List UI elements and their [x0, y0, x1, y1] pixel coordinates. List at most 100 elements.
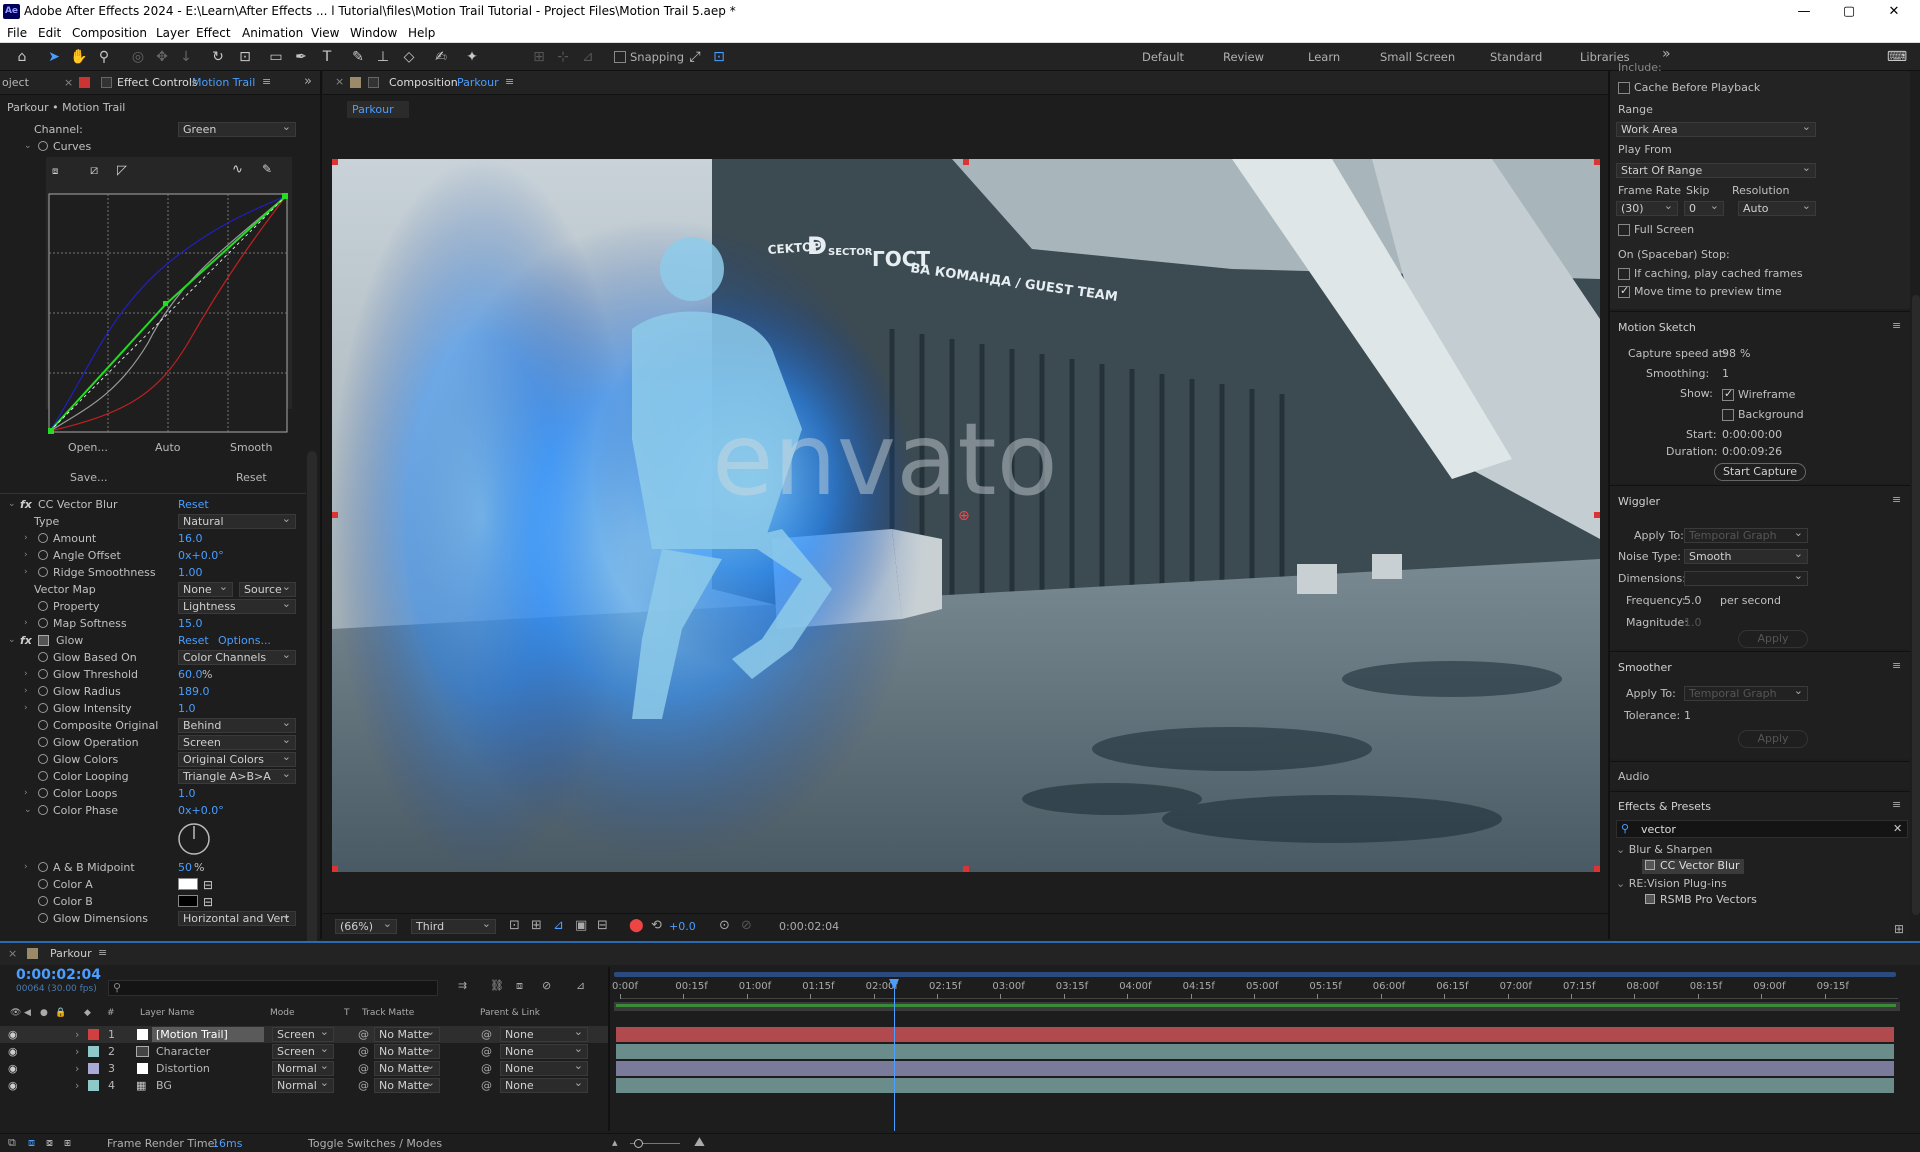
selection-tool-icon[interactable]: ➤ [43, 47, 65, 67]
show-channel-icon[interactable]: ⬤ [629, 918, 644, 933]
transparency-grid-icon[interactable]: ⊞ [531, 918, 542, 933]
work-area-bar[interactable] [614, 1002, 1900, 1011]
smoothing-value[interactable]: 1 [1722, 367, 1729, 380]
layer-name[interactable]: Character [156, 1043, 210, 1060]
transfer-controls-icon[interactable]: ⧈ [28, 1136, 35, 1150]
matte-link-icon[interactable]: @ [358, 1043, 369, 1060]
wiggler-apply-button[interactable]: Apply [1738, 630, 1808, 648]
color-a-stopwatch-icon[interactable] [38, 879, 48, 889]
rsmb-pro-vectors-item[interactable]: RSMB Pro Vectors [1642, 893, 1772, 908]
panel-menu-icon[interactable]: ≡ [98, 946, 107, 959]
layer-label-color[interactable] [88, 1063, 99, 1074]
glow-threshold-stopwatch-icon[interactable] [38, 669, 48, 679]
glow-intensity-twirl-icon[interactable]: › [24, 700, 28, 717]
color-a-swatch[interactable] [178, 878, 198, 890]
noise-type-dropdown[interactable]: Smooth [1684, 547, 1808, 564]
capture-speed-value[interactable]: 98 [1722, 347, 1736, 360]
glow-colors-stopwatch-icon[interactable] [38, 754, 48, 764]
layer-name[interactable]: [Motion Trail] [152, 1027, 264, 1042]
full-screen-checkbox[interactable] [1618, 224, 1630, 236]
close-tab-icon[interactable]: × [64, 76, 73, 89]
parent-pickwhip-icon[interactable]: @ [481, 1043, 492, 1060]
visibility-eye-icon[interactable]: ◉ [8, 1077, 18, 1094]
snapping-checkbox[interactable] [614, 51, 626, 63]
menu-edit[interactable]: Edit [38, 26, 61, 40]
comp-mini-flowchart-icon[interactable]: ⇉ [458, 979, 467, 992]
layer-bar-1[interactable] [616, 1027, 1894, 1042]
track-matte-dropdown[interactable]: No Matte [374, 1025, 440, 1042]
rotate-tool-icon[interactable]: ↻ [207, 47, 229, 67]
composition-tab[interactable]: Composition [389, 76, 458, 89]
composition-name[interactable]: Parkour [457, 76, 499, 89]
visibility-eye-icon[interactable]: ◉ [8, 1043, 18, 1060]
home-icon[interactable]: ⌂ [11, 47, 33, 67]
if-caching-checkbox[interactable] [1618, 268, 1630, 280]
curves-stopwatch-icon[interactable] [38, 141, 48, 151]
layer-twirl-icon[interactable]: › [75, 1043, 79, 1060]
panel-menu-icon[interactable]: ≡ [1892, 659, 1901, 672]
draft-3d-icon[interactable]: ⛓ [490, 979, 504, 992]
layer-name[interactable]: BG [156, 1077, 172, 1094]
layer-twirl-icon[interactable]: › [75, 1060, 79, 1077]
pen-tool-icon[interactable]: ✒ [290, 47, 312, 67]
reset-exposure-icon[interactable]: ⟲ [651, 918, 662, 933]
pan-behind-tool-icon[interactable]: ⊡ [234, 47, 256, 67]
revision-plugins-group[interactable]: ⌄ RE:Vision Plug-ins [1616, 877, 1727, 890]
exposure-value[interactable]: +0.0 [669, 920, 696, 933]
parent-dropdown[interactable]: None [500, 1042, 588, 1059]
color-phase-value[interactable]: 0x+0.0° [178, 802, 224, 819]
lock-icon[interactable] [101, 77, 112, 88]
timeline-search-input[interactable]: ⚲ [108, 980, 438, 996]
visibility-eye-icon[interactable]: ◉ [8, 1026, 18, 1043]
lock-icon[interactable] [368, 77, 379, 88]
map-softness-stopwatch-icon[interactable] [38, 618, 48, 628]
glow-dimensions-dropdown[interactable]: Horizontal and Vert [178, 909, 296, 926]
minimize-button[interactable]: — [1784, 2, 1824, 22]
menu-view[interactable]: View [311, 26, 339, 40]
curve-bezier-icon[interactable]: ∿ [232, 162, 243, 177]
ridge-twirl-icon[interactable]: › [24, 564, 28, 581]
expand-panel-icon[interactable]: » [304, 74, 312, 89]
background-checkbox[interactable] [1722, 409, 1734, 421]
color-a-eyedropper-icon[interactable]: ⊟ [203, 877, 213, 894]
curves-open-button[interactable]: Open... [68, 441, 108, 454]
puppet-pin-tool-icon[interactable]: ✦ [461, 47, 483, 67]
shy-layers-icon[interactable]: ⧈ [516, 979, 523, 993]
transform-handle[interactable] [332, 866, 338, 872]
blur-sharpen-group[interactable]: ⌄ Blur & Sharpen [1616, 843, 1712, 856]
cache-before-playback-checkbox[interactable] [1618, 82, 1630, 94]
glow-operation-dropdown[interactable]: Screen [178, 733, 296, 750]
start-capture-button[interactable]: Start Capture [1714, 463, 1806, 481]
time-navigator[interactable] [614, 972, 1896, 977]
amount-twirl-icon[interactable]: › [24, 530, 28, 547]
in-out-icon[interactable]: ⧇ [46, 1136, 53, 1150]
zoom-in-icon[interactable]: ⛰ [694, 1135, 705, 1150]
workspace-standard[interactable]: Standard [1490, 50, 1542, 64]
color-phase-dial[interactable] [176, 821, 212, 857]
preview-resolution-dropdown[interactable]: Auto [1738, 199, 1816, 216]
angle-offset-stopwatch-icon[interactable] [38, 550, 48, 560]
orbit-tool-icon[interactable]: ◎ [127, 47, 149, 67]
dolly-tool-icon[interactable]: ↓ [175, 47, 197, 67]
matte-link-icon[interactable]: @ [358, 1077, 369, 1094]
layer-twirl-icon[interactable]: › [75, 1026, 79, 1043]
type-dropdown[interactable]: Natural [178, 512, 296, 529]
transform-handle[interactable] [332, 512, 338, 518]
matte-link-icon[interactable]: @ [358, 1026, 369, 1043]
glow-colors-dropdown[interactable]: Original Colors [178, 750, 296, 767]
ab-midpoint-value[interactable]: 50 [178, 859, 192, 876]
parent-dropdown[interactable]: None [500, 1059, 588, 1076]
range-dropdown[interactable]: Work Area [1616, 120, 1816, 137]
menu-window[interactable]: Window [350, 26, 397, 40]
glow-options[interactable]: Options... [218, 632, 271, 649]
zoom-out-icon[interactable]: ▴ [612, 1136, 618, 1149]
visibility-eye-icon[interactable]: ◉ [8, 1060, 18, 1077]
resolution-dropdown[interactable]: Third [411, 917, 496, 934]
snapshot-icon[interactable]: ⊙ [719, 918, 730, 933]
glow-twirl-icon[interactable]: ⌄ [8, 632, 16, 649]
menu-help[interactable]: Help [408, 26, 435, 40]
panel-menu-icon[interactable]: ≡ [1892, 798, 1901, 811]
layer-mode-dropdown[interactable]: Normal [272, 1059, 334, 1076]
tolerance-value[interactable]: 1 [1684, 709, 1691, 722]
search-help-icon[interactable]: ⌨ [1886, 47, 1908, 67]
